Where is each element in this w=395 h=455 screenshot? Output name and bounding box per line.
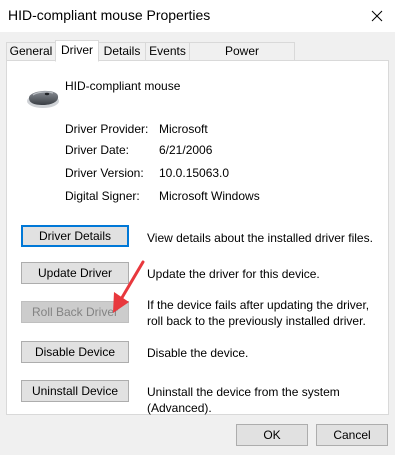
disable-device-description: Disable the device. [147,346,249,360]
close-button[interactable] [359,0,395,32]
window-title: HID-compliant mouse Properties [8,7,211,23]
driver-provider-value: Microsoft [159,122,208,136]
tab-driver[interactable]: Driver [55,40,99,62]
driver-tab-panel: HID-compliant mouse Driver Provider: Mic… [6,60,389,415]
title-bar: HID-compliant mouse Properties [0,0,395,32]
driver-date-value: 6/21/2006 [159,143,213,157]
tab-power-management[interactable]: Power Management [189,42,295,75]
close-icon [371,10,383,22]
driver-version-label: Driver Version: [65,166,144,180]
tab-details[interactable]: Details [98,42,146,60]
roll-back-driver-button[interactable]: Roll Back Driver [21,301,129,323]
digital-signer-value: Microsoft Windows [159,189,260,203]
roll-back-driver-description: If the device fails after updating the d… [147,298,370,328]
disable-device-button[interactable]: Disable Device [21,341,129,363]
driver-details-description: View details about the installed driver … [147,231,373,245]
cancel-button[interactable]: Cancel [316,424,388,446]
update-driver-description: Update the driver for this device. [147,267,320,281]
uninstall-device-button[interactable]: Uninstall Device [21,380,129,402]
driver-provider-label: Driver Provider: [65,122,149,136]
device-name: HID-compliant mouse [65,79,181,93]
mouse-icon [27,90,59,108]
ok-button[interactable]: OK [236,424,308,446]
update-driver-button[interactable]: Update Driver [21,262,129,284]
tab-events[interactable]: Events [145,42,190,60]
properties-dialog: HID-compliant mouse Properties General D… [0,0,395,455]
driver-details-button[interactable]: Driver Details [21,225,129,247]
digital-signer-label: Digital Signer: [65,189,140,203]
driver-version-value: 10.0.15063.0 [159,166,230,180]
uninstall-device-description: Uninstall the device from the system (Ad… [147,385,340,415]
driver-date-label: Driver Date: [65,143,130,157]
tab-general[interactable]: General [6,42,56,60]
